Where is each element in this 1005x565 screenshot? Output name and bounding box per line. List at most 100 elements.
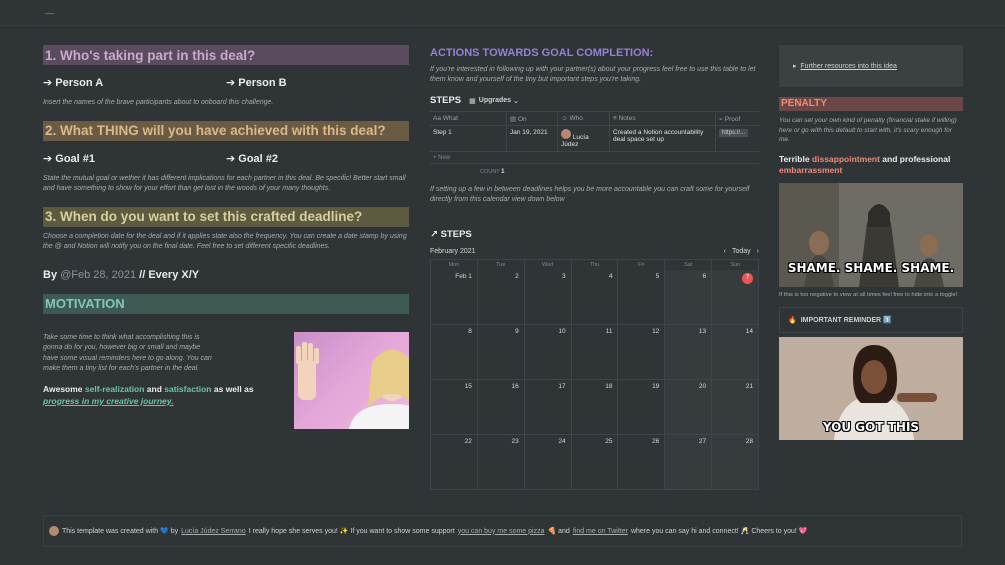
calendar-day[interactable]: 28 bbox=[712, 435, 760, 490]
heading-motivation: MOTIVATION bbox=[43, 293, 409, 314]
goal-1: ➔ Goal #1 bbox=[43, 152, 96, 165]
prev-month-button[interactable]: ‹ bbox=[724, 248, 726, 255]
calendar-day[interactable]: 16 bbox=[477, 380, 525, 435]
negative-note: If this is too negative to view at all t… bbox=[779, 291, 958, 298]
calendar-day[interactable]: 6 bbox=[665, 270, 713, 325]
view-label: Upgrades bbox=[478, 97, 512, 104]
toggle-triangle-icon[interactable]: ▸ bbox=[793, 63, 797, 70]
calendar-day[interactable]: 3 bbox=[524, 270, 572, 325]
calendar-day[interactable]: 18 bbox=[571, 380, 619, 435]
twitter-link[interactable]: find me on Twitter bbox=[573, 528, 628, 535]
terrible-text: Terrible bbox=[779, 153, 812, 164]
col-proof[interactable]: ⌁ Proof bbox=[716, 112, 759, 125]
calendar-month: February 2021 bbox=[430, 248, 476, 255]
heading-goal: 2. What THING will you have achieved wit… bbox=[43, 120, 409, 141]
satisfaction-text: satisfaction bbox=[164, 383, 212, 394]
woman-waving-image bbox=[296, 341, 409, 429]
calendar-day[interactable]: 25 bbox=[571, 435, 619, 490]
calendar-day[interactable]: 2 bbox=[477, 270, 525, 325]
calendar-week: 15 16 17 18 19 20 21 bbox=[431, 380, 760, 435]
creative-journey-text: progress in my creative journey. bbox=[43, 395, 174, 406]
col-who[interactable]: ☺ Who bbox=[558, 112, 610, 125]
proof-link[interactable]: https://... bbox=[719, 129, 749, 137]
cell-what[interactable]: Step 1 bbox=[430, 126, 507, 151]
cell-on[interactable]: Jan 19, 2021 bbox=[507, 126, 558, 151]
calendar-db-title[interactable]: ↗ STEPS bbox=[430, 229, 759, 240]
calendar-day[interactable]: 8 bbox=[431, 325, 478, 380]
awesome-text: Awesome bbox=[43, 383, 85, 394]
shame-meme-image: SHAME. SHAME. SHAME. bbox=[779, 182, 963, 287]
resources-toggle[interactable]: ▸ Further resources into this idea bbox=[779, 45, 963, 87]
calendar-day[interactable]: 12 bbox=[618, 325, 666, 380]
actions-heading: ACTIONS TOWARDS GOAL COMPLETION: bbox=[430, 47, 654, 59]
avatar bbox=[561, 129, 571, 139]
steps-db-title[interactable]: STEPS bbox=[430, 95, 461, 106]
steps-table: Aa What ▤ On ☺ Who ≡ Notes ⌁ Proof Step … bbox=[430, 111, 759, 164]
calendar-day[interactable]: 5 bbox=[618, 270, 666, 325]
credits-text-4: where you can say hi and connect! 🥂 Chee… bbox=[630, 528, 808, 535]
motivation-summary: Awesome self-realization and satisfactio… bbox=[43, 383, 271, 407]
calendar-grid: Mon Tue Wed Thu Fri Sat Sun Feb 1 2 3 4 … bbox=[430, 259, 760, 490]
author-avatar bbox=[49, 526, 59, 536]
calendar-day[interactable]: 27 bbox=[665, 435, 713, 490]
col-notes[interactable]: ≡ Notes bbox=[610, 112, 716, 125]
credits-text-2: I really hope she serves you! ✨ If you w… bbox=[248, 528, 455, 535]
person-b: ➔ Person B bbox=[226, 77, 287, 89]
weekday-label: Mon bbox=[431, 260, 478, 270]
calendar-day[interactable]: 10 bbox=[524, 325, 572, 380]
count-summary[interactable]: COUNT 1 bbox=[480, 168, 759, 175]
cell-proof[interactable]: https://... bbox=[716, 126, 759, 151]
chevron-down-icon: ⌄ bbox=[513, 97, 519, 105]
by-prefix: By bbox=[43, 268, 61, 281]
deadline-date-mention[interactable]: @Feb 28, 2021 bbox=[60, 269, 136, 281]
calendar-day[interactable]: 20 bbox=[665, 380, 713, 435]
table-row[interactable]: Step 1 Jan 19, 2021 Lucía Júdez Created … bbox=[430, 126, 759, 152]
col-proof-label: Proof bbox=[724, 116, 741, 123]
new-row-button[interactable]: + New bbox=[430, 152, 759, 164]
calendar-day[interactable]: 21 bbox=[712, 380, 760, 435]
col-notes-label: Notes bbox=[618, 115, 636, 122]
self-realization-text: self-realization bbox=[84, 383, 145, 394]
calendar-day[interactable]: 23 bbox=[477, 435, 525, 490]
right-column: ▸ Further resources into this idea PENAL… bbox=[779, 45, 963, 440]
calendar-day-today[interactable]: 7 bbox=[712, 270, 760, 325]
calendar-day[interactable]: 9 bbox=[477, 325, 525, 380]
calendar-day[interactable]: 13 bbox=[665, 325, 713, 380]
calendar-day[interactable]: Feb 1 bbox=[431, 270, 478, 325]
resources-link[interactable]: Further resources into this idea bbox=[800, 63, 897, 70]
calendar-day[interactable]: 22 bbox=[431, 435, 478, 490]
today-button[interactable]: Today bbox=[732, 248, 751, 255]
calendar-day[interactable]: 24 bbox=[524, 435, 572, 490]
cell-notes[interactable]: Created a Notion accountability deal spa… bbox=[610, 126, 716, 151]
credits-callout: This template was created with 💙 by Lucí… bbox=[43, 515, 962, 547]
goal-2: ➔ Goal #2 bbox=[226, 152, 279, 165]
calendar-day[interactable]: 19 bbox=[618, 380, 666, 435]
calendar-day[interactable]: 26 bbox=[618, 435, 666, 490]
col-who-label: Who bbox=[569, 115, 583, 122]
fire-icon: 🔥 bbox=[788, 316, 797, 324]
shame-caption: SHAME. SHAME. SHAME. bbox=[787, 260, 955, 275]
calendar-day[interactable]: 11 bbox=[571, 325, 619, 380]
cell-who[interactable]: Lucía Júdez bbox=[558, 126, 610, 151]
col-what[interactable]: Aa What bbox=[430, 112, 507, 125]
count-label: COUNT bbox=[480, 169, 500, 175]
author-link[interactable]: Lucía Júdez Serrano bbox=[181, 528, 246, 535]
as-well-as-text: as well as bbox=[211, 383, 254, 394]
disappointment-text: dissappointment bbox=[811, 153, 880, 164]
motivation-note: Take some time to think what accomplishi… bbox=[43, 333, 212, 373]
calendar-day[interactable]: 15 bbox=[431, 380, 478, 435]
left-column: 1. Who's taking part in this deal? ➔ Per… bbox=[43, 45, 409, 429]
calendar-day[interactable]: 14 bbox=[712, 325, 760, 380]
calendar-day[interactable]: 17 bbox=[524, 380, 572, 435]
buy-pizza-link[interactable]: you can buy me some pizza bbox=[458, 528, 545, 535]
weekday-label: Thu bbox=[572, 260, 619, 270]
table-header: Aa What ▤ On ☺ Who ≡ Notes ⌁ Proof bbox=[430, 112, 759, 126]
weekday-header: Mon Tue Wed Thu Fri Sat Sun bbox=[431, 260, 760, 270]
important-reminder-callout[interactable]: 🔥 IMPORTANT REMINDER 1️⃣ bbox=[779, 306, 963, 333]
col-on[interactable]: ▤ On bbox=[507, 112, 558, 125]
top-mark: — bbox=[45, 8, 54, 18]
penalty-summary: Terrible dissappointment and professiona… bbox=[779, 154, 963, 177]
calendar-day[interactable]: 4 bbox=[571, 270, 619, 325]
next-month-button[interactable]: › bbox=[757, 248, 759, 255]
view-selector[interactable]: ▦ Upgrades ⌄ bbox=[469, 97, 519, 105]
